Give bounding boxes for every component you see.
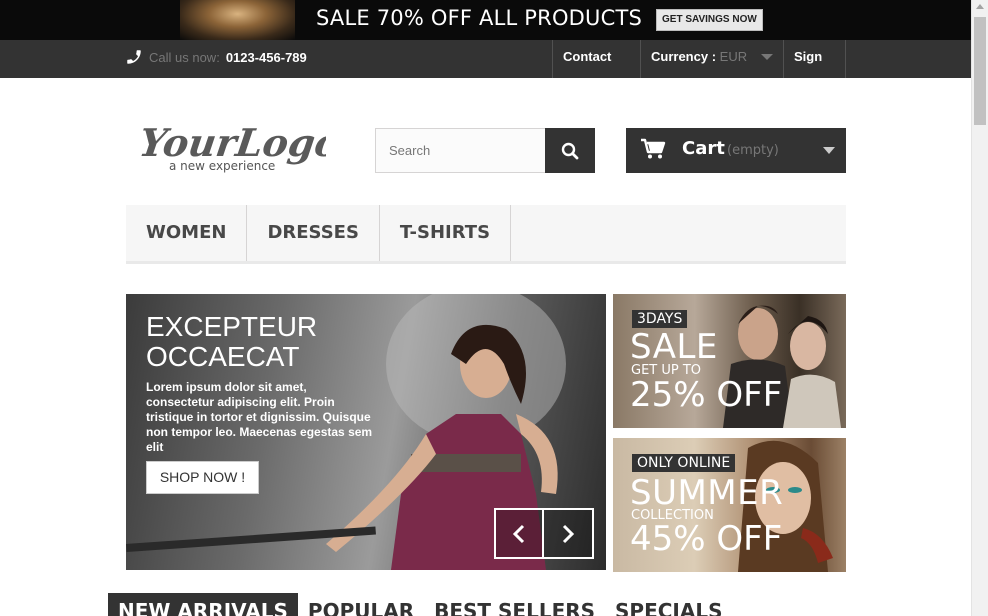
call-label: Call us now: [149, 49, 220, 65]
search-icon [561, 142, 579, 159]
search-input[interactable] [375, 128, 546, 173]
shopping-cart-icon [641, 138, 666, 159]
chevron-down-icon [823, 147, 835, 154]
cart-button[interactable]: Cart (empty) [626, 128, 846, 173]
search-box [375, 128, 595, 173]
chevron-left-icon [512, 524, 525, 543]
page-scrollbar[interactable] [971, 0, 988, 616]
menu-item-t-shirts[interactable]: T-SHIRTS [380, 205, 512, 261]
homepage-slider[interactable]: EXCEPTEUR OCCAECAT Lorem ipsum dolor sit… [126, 294, 606, 570]
get-savings-button[interactable]: GET SAVINGS NOW [656, 9, 763, 31]
banner-discount: 25% OFF [630, 375, 783, 415]
svg-text:a new experience: a new experience [169, 159, 275, 173]
banner-headline: SUMMER [630, 473, 784, 513]
promo-text: SALE 70% OFF ALL PRODUCTS [316, 6, 643, 30]
slider-prev-button[interactable] [494, 508, 544, 559]
sign-in-link[interactable]: Sign in [783, 40, 846, 98]
shop-now-button[interactable]: SHOP NOW ! [146, 461, 259, 494]
currency-value: EUR [719, 49, 748, 64]
promo-model-image [180, 0, 295, 40]
slider-title: EXCEPTEUR OCCAECAT [146, 311, 318, 372]
slider-text: Lorem ipsum dolor sit amet, consectetur … [146, 380, 373, 454]
main-menu: WOMEN DRESSES T-SHIRTS [126, 205, 846, 264]
chevron-down-icon [761, 54, 773, 60]
summer-banner[interactable]: ONLY ONLINE SUMMER COLLECTION 45% OFF [613, 438, 846, 572]
search-button[interactable] [545, 128, 595, 173]
chevron-right-icon [562, 524, 575, 543]
tab-best-sellers[interactable]: BEST SELLERS [424, 593, 605, 616]
banner-discount: 45% OFF [630, 519, 783, 559]
tab-specials[interactable]: SPECIALS [605, 593, 732, 616]
contact-us-link[interactable]: Contact us [552, 40, 640, 98]
tab-popular[interactable]: POPULAR [298, 593, 424, 616]
phone-number: 0123-456-789 [225, 49, 307, 65]
banner-tag: ONLY ONLINE [632, 454, 736, 472]
logo[interactable]: YourLogo a new experience [141, 118, 326, 176]
product-tabs: NEW ARRIVALS POPULAR BEST SELLERS SPECIA… [108, 593, 733, 616]
call-us: Call us now: 0123-456-789 [125, 48, 307, 66]
tab-new-arrivals[interactable]: NEW ARRIVALS [108, 593, 298, 616]
banner-tag: 3DAYS [632, 310, 688, 328]
banner-headline: SALE [630, 327, 718, 367]
sale-banner[interactable]: 3DAYS SALE GET UP TO 25% OFF [613, 294, 846, 428]
menu-item-women[interactable]: WOMEN [126, 205, 248, 261]
cart-status: (empty) [727, 143, 779, 158]
cart-label: Cart [682, 138, 725, 159]
promo-banner[interactable]: SALE 70% OFF ALL PRODUCTS GET SAVINGS NO… [0, 0, 971, 40]
scroll-thumb[interactable] [974, 17, 986, 125]
currency-label: Currency : [651, 49, 717, 64]
scroll-up-arrow-icon[interactable] [976, 4, 984, 9]
phone-icon [127, 50, 141, 64]
slider-next-button[interactable] [544, 508, 594, 559]
menu-item-dresses[interactable]: DRESSES [247, 205, 380, 261]
currency-selector[interactable]: Currency : EUR [640, 40, 783, 78]
top-navbar: Call us now: 0123-456-789 Contact us Cur… [0, 40, 971, 98]
